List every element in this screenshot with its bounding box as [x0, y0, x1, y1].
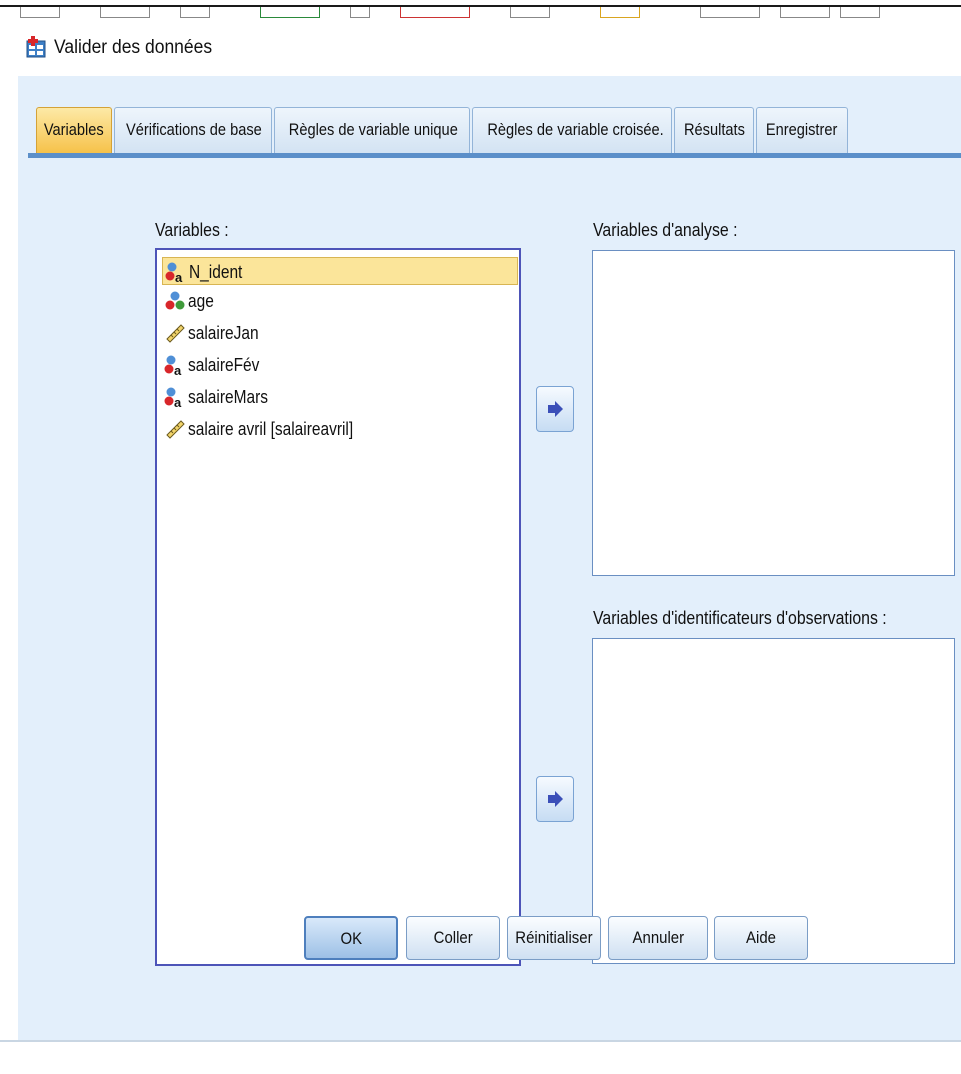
tab-bar-underline	[28, 153, 961, 158]
move-to-case-id-button[interactable]	[536, 776, 574, 822]
scale-ruler-icon	[166, 324, 185, 343]
nominal-string-icon: a	[164, 355, 182, 376]
svg-text:a: a	[174, 363, 182, 376]
tab-output[interactable]: Résultats	[674, 107, 754, 153]
case-id-variables-label: Variables d'identificateurs d'observatio…	[593, 608, 887, 628]
tab-variables[interactable]: Variables	[36, 107, 112, 153]
help-button[interactable]: Aide	[714, 916, 808, 960]
list-item[interactable]: a salaireFév	[162, 351, 518, 379]
tab-save[interactable]: Enregistrer	[756, 107, 848, 153]
analysis-variables-label: Variables d'analyse :	[593, 220, 738, 240]
variables-label: Variables :	[155, 220, 229, 240]
paste-button[interactable]: Coller	[406, 916, 500, 960]
list-item[interactable]: salaire avril [salaireavril]	[162, 415, 518, 443]
window-titlebar: Valider des données	[0, 18, 961, 76]
scale-ruler-icon	[166, 420, 185, 439]
move-to-analysis-button[interactable]	[536, 386, 574, 432]
arrow-right-icon	[548, 791, 563, 807]
background-window-strip	[0, 0, 961, 18]
svg-text:a: a	[174, 395, 182, 408]
validate-data-icon	[26, 36, 46, 58]
arrow-right-icon	[548, 401, 563, 417]
dialog-body: Variables Vérifications de base Règles d…	[18, 76, 961, 1040]
ok-button[interactable]: OK	[304, 916, 398, 960]
tab-basic-checks[interactable]: Vérifications de base	[114, 107, 272, 153]
list-item[interactable]: salaireJan	[162, 319, 518, 347]
cancel-button[interactable]: Annuler	[608, 916, 708, 960]
dialog-bottom-edge	[0, 1040, 961, 1042]
svg-text:a: a	[175, 270, 183, 283]
tab-cross-variable-rules[interactable]: Règles de variable croisée.	[472, 107, 672, 153]
nominal-icon	[165, 291, 185, 310]
reset-button[interactable]: Réinitialiser	[507, 916, 601, 960]
analysis-variable-list[interactable]	[592, 250, 955, 576]
tab-single-variable-rules[interactable]: Règles de variable unique	[274, 107, 470, 153]
window-title: Valider des données	[54, 37, 213, 58]
list-item[interactable]: age	[162, 287, 518, 315]
list-item[interactable]: a N_ident	[162, 257, 518, 285]
source-variable-list[interactable]: a N_ident age salaireJan a salaireFév a …	[155, 248, 521, 966]
nominal-string-icon: a	[165, 262, 183, 283]
nominal-string-icon: a	[164, 387, 182, 408]
list-item[interactable]: a salaireMars	[162, 383, 518, 411]
